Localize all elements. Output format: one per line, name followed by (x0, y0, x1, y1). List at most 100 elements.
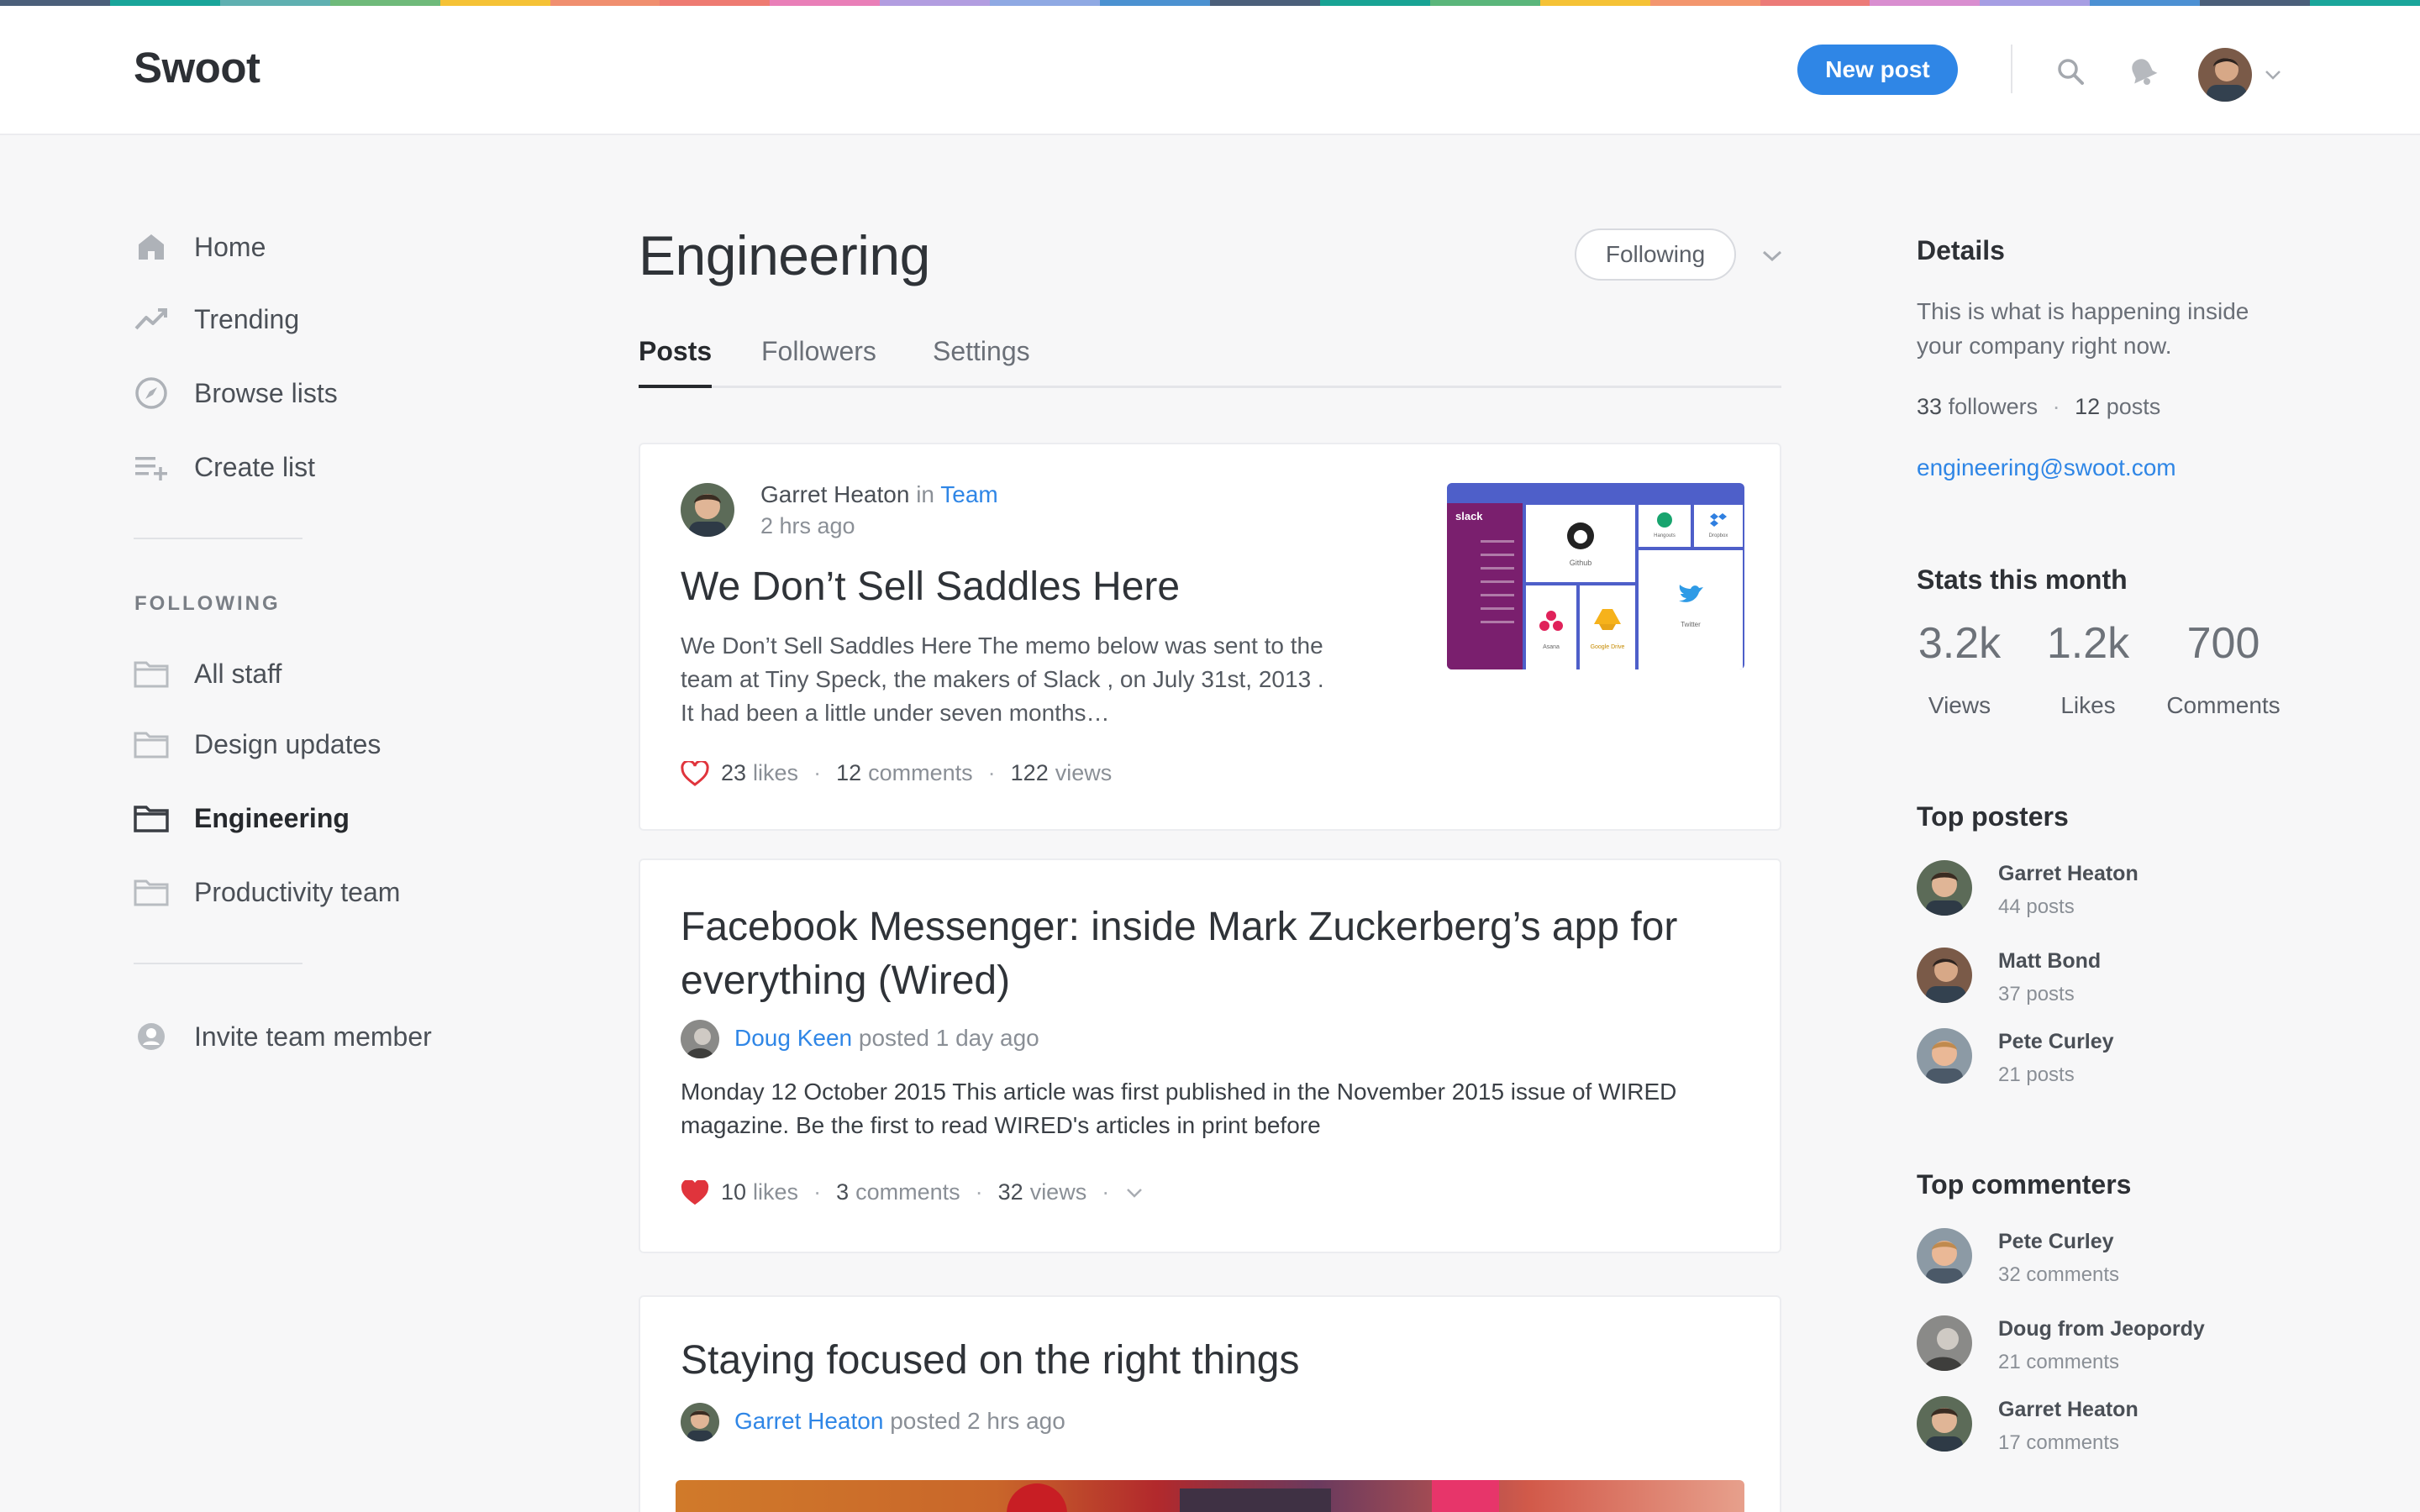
app-logo[interactable]: Swoot (134, 43, 260, 92)
followers-count[interactable]: 33 (1917, 394, 1942, 419)
avatar[interactable] (1917, 1396, 1972, 1452)
strip-segment (329, 0, 440, 6)
top-header: Swoot New post (0, 6, 2420, 135)
slack-logo: slack (1455, 510, 1483, 522)
avatar[interactable] (1917, 1228, 1972, 1284)
nav-item-all-staff[interactable]: All staff (134, 655, 503, 692)
author-name[interactable]: Garret Heaton (760, 481, 909, 507)
brand-color-strip (0, 0, 2420, 6)
nav-item-productivity-team[interactable]: Productivity team (134, 874, 503, 911)
group-email-link[interactable]: engineering@swoot.com (1917, 450, 2176, 485)
top-poster-item[interactable]: Pete Curley 21 posts (1917, 1028, 2253, 1087)
nav-item-engineering[interactable]: Engineering (134, 800, 503, 837)
separator-dot: · (1102, 1179, 1110, 1205)
post-stats: 10 likes · 3 comments · 32 views · (681, 1179, 1144, 1205)
views-word: views (1055, 760, 1113, 785)
post-card[interactable]: Garret Heaton in Team 2 hrs ago We Don’t… (639, 443, 1781, 831)
person-name[interactable]: Matt Bond (1998, 949, 2101, 974)
top-commenter-item[interactable]: Pete Curley 32 comments (1917, 1228, 2253, 1287)
strip-segment (770, 0, 881, 6)
person-count: 21 posts (1998, 1063, 2075, 1086)
avatar[interactable] (1917, 948, 1972, 1003)
folder-icon (134, 727, 169, 762)
avatar[interactable] (1917, 860, 1972, 916)
person-name[interactable]: Pete Curley (1998, 1030, 2114, 1054)
tab-followers[interactable]: Followers (761, 336, 876, 388)
author-avatar[interactable] (681, 1403, 719, 1441)
following-heading: FOLLOWING (134, 592, 281, 615)
new-post-button[interactable]: New post (1797, 45, 1958, 95)
user-avatar[interactable] (2198, 48, 2252, 102)
nav-item-trending[interactable]: Trending (134, 301, 503, 338)
author-avatar[interactable] (681, 483, 734, 537)
heart-outline-icon[interactable] (681, 760, 709, 786)
nav-item-label: All staff (194, 658, 282, 689)
posts-word: posts (2106, 394, 2161, 419)
avatar[interactable] (1917, 1315, 1972, 1371)
user-circle-icon (134, 1019, 169, 1054)
views-count: 32 (997, 1179, 1023, 1205)
app-tile-hangouts: Hangouts (1639, 505, 1691, 547)
strip-segment (1100, 0, 1210, 6)
strip-segment (2310, 0, 2420, 6)
author-avatar[interactable] (681, 1020, 719, 1058)
person-name[interactable]: Doug from Jeopordy (1998, 1317, 2205, 1341)
post-byline: Garret Heaton in Team (760, 481, 998, 508)
top-poster-item[interactable]: Matt Bond 37 posts (1917, 948, 2253, 1006)
nav-item-home[interactable]: Home (134, 228, 503, 265)
in-word: in (916, 481, 934, 507)
views-count: 122 (1010, 760, 1049, 785)
avatar[interactable] (1917, 1028, 1972, 1084)
bell-icon[interactable] (2126, 55, 2160, 88)
strip-segment (660, 0, 771, 6)
stats-heading: Stats this month (1917, 564, 2128, 595)
chevron-down-icon[interactable] (2263, 65, 2283, 85)
comments-word[interactable]: comments (868, 760, 973, 786)
person-name[interactable]: Garret Heaton (1998, 862, 2139, 886)
top-commenter-item[interactable]: Garret Heaton 17 comments (1917, 1396, 2253, 1455)
post-card[interactable]: Facebook Messenger: inside Mark Zuckerbe… (639, 858, 1781, 1253)
followers-word[interactable]: followers (1949, 394, 2039, 419)
strip-segment (1760, 0, 1870, 6)
post-thumbnail[interactable]: slack Github Hangouts Dropbox Asana Goog… (1447, 483, 1744, 669)
views-word: views (1029, 1179, 1087, 1205)
app-tile-github: Github (1526, 505, 1635, 582)
chevron-down-icon[interactable] (1760, 245, 1785, 265)
comments-count[interactable]: 3 (836, 1179, 849, 1205)
post-card[interactable]: Staying focused on the right things Garr… (639, 1295, 1781, 1512)
separator-dot: · (975, 1179, 983, 1205)
comments-word[interactable]: comments (855, 1179, 960, 1205)
folder-icon (134, 874, 169, 910)
nav-item-browse-lists[interactable]: Browse lists (134, 375, 503, 412)
post-title[interactable]: Staying focused on the right things (681, 1334, 1299, 1388)
author-name[interactable]: Doug Keen (734, 1025, 852, 1051)
nav-item-create-list[interactable]: Create list (134, 449, 503, 486)
post-title[interactable]: We Don’t Sell Saddles Here (681, 560, 1180, 614)
tab-posts[interactable]: Posts (639, 336, 713, 388)
tab-settings[interactable]: Settings (933, 336, 1030, 388)
nav-item-design-updates[interactable]: Design updates (134, 726, 503, 763)
person-name[interactable]: Garret Heaton (1998, 1398, 2139, 1422)
top-commenter-item[interactable]: Doug from Jeopordy 21 comments (1917, 1315, 2253, 1374)
person-count: 37 posts (1998, 983, 2075, 1005)
following-button[interactable]: Following (1575, 228, 1736, 281)
separator-dot: · (2052, 394, 2060, 419)
post-title[interactable]: Facebook Messenger: inside Mark Zuckerbe… (681, 900, 1756, 1008)
tab-bar: Posts Followers Settings (639, 333, 1781, 388)
person-count: 17 comments (1998, 1431, 2120, 1454)
comments-count[interactable]: 12 (836, 760, 861, 786)
separator-dot: · (813, 760, 822, 785)
top-poster-item[interactable]: Garret Heaton 44 posts (1917, 860, 2253, 919)
group-link[interactable]: Team (940, 481, 997, 507)
strip-segment (1539, 0, 1650, 6)
stat-comments-value: 700 (2186, 619, 2260, 668)
chevron-down-icon[interactable] (1124, 1184, 1144, 1201)
person-count: 44 posts (1998, 895, 2075, 918)
post-cover-image[interactable] (676, 1480, 1744, 1512)
heart-filled-icon[interactable] (681, 1179, 709, 1205)
search-icon[interactable] (2054, 55, 2087, 88)
author-name[interactable]: Garret Heaton (734, 1408, 883, 1434)
invite-team-member-link[interactable]: Invite team member (134, 1018, 503, 1055)
separator-dot: · (987, 760, 996, 785)
person-name[interactable]: Pete Curley (1998, 1230, 2114, 1254)
